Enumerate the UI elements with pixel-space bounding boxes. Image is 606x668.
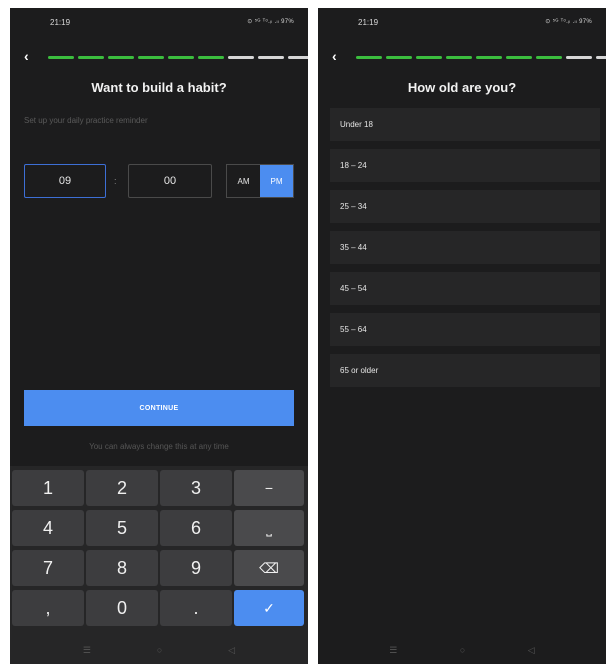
recents-icon[interactable]: ☰	[83, 645, 91, 656]
key-6[interactable]: 6	[160, 510, 232, 546]
recents-icon[interactable]: ☰	[389, 645, 397, 656]
progress-segment	[566, 56, 592, 59]
time-separator: :	[114, 176, 117, 186]
progress-segment	[446, 56, 472, 59]
status-time: 21:19	[358, 18, 379, 27]
home-icon[interactable]: ○	[157, 645, 162, 655]
progress-segment	[476, 56, 502, 59]
age-option[interactable]: 65 or older	[330, 354, 600, 387]
key-2[interactable]: 2	[86, 470, 158, 506]
key-9[interactable]: 9	[160, 550, 232, 586]
age-option[interactable]: 18 – 24	[330, 149, 600, 182]
pm-button[interactable]: PM	[260, 165, 293, 197]
age-option[interactable]: 35 – 44	[330, 231, 600, 264]
space-key[interactable]: ⎵	[234, 510, 304, 546]
age-option[interactable]: 55 – 64	[330, 313, 600, 346]
page-title: Want to build a habit?	[91, 80, 227, 95]
comma-key[interactable]: ,	[12, 590, 84, 626]
back-icon[interactable]: ◁	[528, 645, 535, 656]
progress-segment	[288, 56, 308, 59]
top-bar: ‹	[10, 48, 308, 68]
hour-input[interactable]: 09	[24, 164, 106, 198]
page-subtitle: Set up your daily practice reminder	[24, 116, 148, 125]
change-hint: You can always change this at any time	[89, 442, 229, 451]
progress-segment	[138, 56, 164, 59]
am-pm-toggle: AM PM	[226, 164, 294, 198]
key-5[interactable]: 5	[86, 510, 158, 546]
habit-reminder-screen: 21:19 ⊙ ⁵ᴳ ᵀᵒ.ᵢₗ .ₗₗ 97% ‹ Want to build…	[10, 8, 308, 664]
progress-segment	[506, 56, 532, 59]
system-nav-bar: ☰ ○ ◁	[10, 636, 308, 664]
progress-segment	[228, 56, 254, 59]
status-time: 21:19	[50, 18, 71, 27]
key-4[interactable]: 4	[12, 510, 84, 546]
minus-key[interactable]: −	[234, 470, 304, 506]
progress-segment	[258, 56, 284, 59]
progress-segment	[596, 56, 606, 59]
progress-segment	[386, 56, 412, 59]
numeric-keyboard: 1 2 3− 4 5 6 ⎵ 7 8 9 ⌫, 0. ✓ ☰ ○ ◁	[10, 466, 308, 664]
key-3[interactable]: 3	[160, 470, 232, 506]
continue-button[interactable]: CONTINUE	[24, 390, 294, 426]
age-options-list: Under 18 18 – 24 25 – 34 35 – 44 45 – 54 55 –…	[330, 108, 600, 395]
back-icon[interactable]: ◁	[228, 645, 235, 656]
back-arrow-icon[interactable]: ‹	[332, 48, 337, 64]
backspace-key[interactable]: ⌫	[234, 550, 304, 586]
key-8[interactable]: 8	[86, 550, 158, 586]
period-key[interactable]: .	[160, 590, 232, 626]
done-key[interactable]: ✓	[234, 590, 304, 626]
progress-segment	[198, 56, 224, 59]
progress-segment	[48, 56, 74, 59]
age-option[interactable]: 25 – 34	[330, 190, 600, 223]
progress-segment	[78, 56, 104, 59]
progress-segment	[356, 56, 382, 59]
progress-segment	[536, 56, 562, 59]
key-0[interactable]: 0	[86, 590, 158, 626]
status-icons: ⊙ ⁵ᴳ ᵀᵒ.ᵢₗ .ₗₗ 97%	[545, 19, 592, 25]
top-bar: ‹	[318, 48, 606, 68]
age-option[interactable]: Under 18	[330, 108, 600, 141]
age-option[interactable]: 45 – 54	[330, 272, 600, 305]
age-selection-screen: 21:19 ⊙ ⁵ᴳ ᵀᵒ.ᵢₗ .ₗₗ 97% ‹ How old are y…	[318, 8, 606, 664]
key-7[interactable]: 7	[12, 550, 84, 586]
page-title: How old are you?	[407, 80, 517, 95]
progress-bar	[356, 56, 606, 59]
am-button[interactable]: AM	[227, 165, 260, 197]
progress-segment	[168, 56, 194, 59]
progress-segment	[108, 56, 134, 59]
status-icons: ⊙ ⁵ᴳ ᵀᵒ.ᵢₗ .ₗₗ 97%	[247, 19, 294, 25]
key-1[interactable]: 1	[12, 470, 84, 506]
home-icon[interactable]: ○	[460, 645, 465, 655]
system-nav-bar: ☰ ○ ◁	[318, 636, 606, 664]
progress-bar	[48, 56, 308, 59]
status-bar: 21:19 ⊙ ⁵ᴳ ᵀᵒ.ᵢₗ .ₗₗ 97%	[10, 8, 308, 36]
status-bar: 21:19 ⊙ ⁵ᴳ ᵀᵒ.ᵢₗ .ₗₗ 97%	[318, 8, 606, 36]
minute-input[interactable]: 00	[128, 164, 212, 198]
back-arrow-icon[interactable]: ‹	[24, 48, 29, 64]
progress-segment	[416, 56, 442, 59]
keypad-grid: 1 2 3− 4 5 6 ⎵ 7 8 9 ⌫, 0. ✓	[12, 470, 304, 626]
